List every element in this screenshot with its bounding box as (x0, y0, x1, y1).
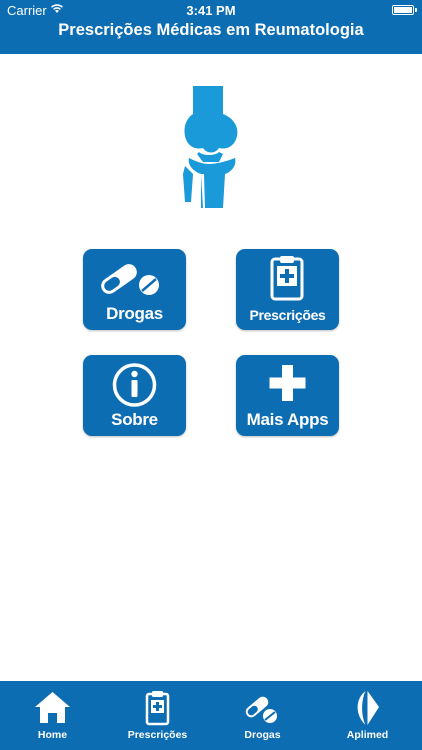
tab-bar: Home Prescrições Drogas Aplimed (0, 681, 422, 750)
tab-home[interactable]: Home (0, 681, 105, 750)
tab-aplimed[interactable]: Aplimed (315, 681, 420, 750)
app-header: Carrier 3:41 PM Prescrições Médicas em R… (0, 0, 422, 54)
prescription-clipboard-icon (270, 256, 304, 301)
info-icon (112, 363, 157, 407)
aplimed-logo-icon (357, 691, 379, 725)
prescricoes-label: Prescrições (249, 307, 326, 323)
home-icon (35, 692, 70, 723)
status-bar: Carrier 3:41 PM (0, 0, 422, 22)
tab-drogas[interactable]: Drogas (210, 681, 315, 750)
knee-joint-logo (183, 86, 238, 208)
prescricoes-button[interactable]: Prescrições (236, 249, 339, 330)
drogas-button[interactable]: Drogas (83, 249, 186, 330)
battery-icon (392, 5, 417, 15)
tab-aplimed-label: Aplimed (346, 729, 389, 741)
pills-icon (101, 264, 159, 295)
tab-prescricoes[interactable]: Prescrições (105, 681, 210, 750)
pills-icon (245, 696, 277, 723)
page-title: Prescrições Médicas em Reumatologia (58, 21, 364, 39)
drogas-label: Drogas (106, 304, 163, 323)
mais-apps-label: Mais Apps (246, 410, 329, 429)
plus-icon (269, 365, 306, 401)
prescription-clipboard-icon (145, 691, 170, 726)
status-time: 3:41 PM (186, 3, 236, 18)
tab-home-label: Home (37, 729, 68, 741)
sobre-button[interactable]: Sobre (83, 355, 186, 436)
sobre-label: Sobre (111, 410, 158, 429)
tab-drogas-label: Drogas (244, 729, 281, 741)
tab-prescricoes-label: Prescrições (127, 729, 188, 741)
mais-apps-button[interactable]: Mais Apps (236, 355, 339, 436)
